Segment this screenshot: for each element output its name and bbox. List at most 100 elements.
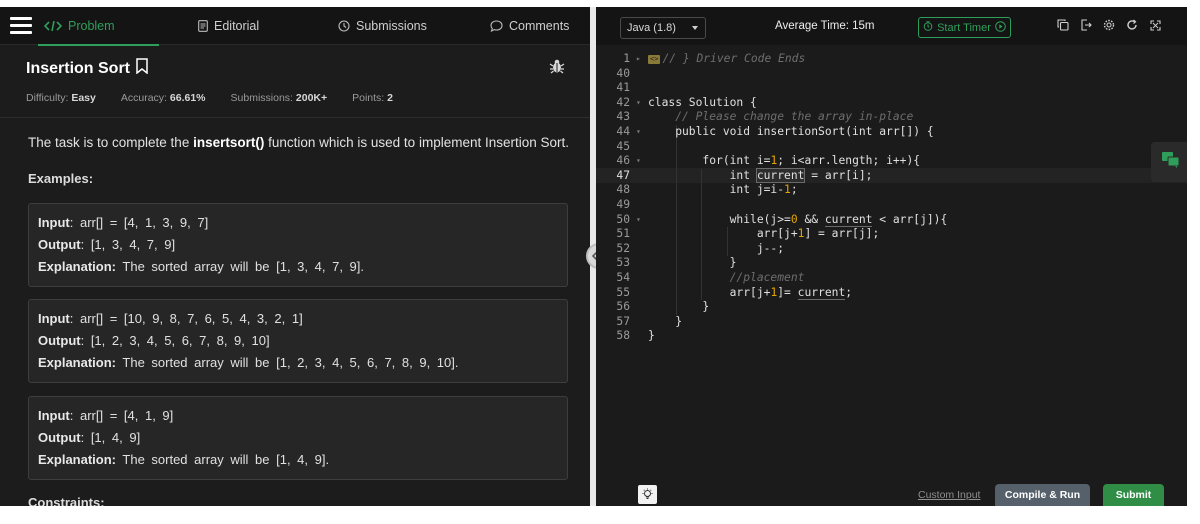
line-number: 42 xyxy=(616,95,630,109)
line-number: 50 xyxy=(616,212,630,226)
problem-pane: Problem Editorial Submissions Comments I… xyxy=(0,7,590,506)
tab-submissions-label: Submissions xyxy=(356,19,427,33)
code-line: int current = arr[i]; xyxy=(648,167,873,183)
line-number: 54 xyxy=(616,271,630,284)
app-window: Problem Editorial Submissions Comments I… xyxy=(0,7,1187,506)
code-line: arr[j+1] = arr[j]; xyxy=(648,227,880,241)
line-number: 56 xyxy=(616,300,630,314)
code-editor[interactable]: 1 40 41 42 43 44 45 46 47 48 49 50 51 52… xyxy=(596,47,1187,484)
line-number: 52 xyxy=(616,241,630,255)
meta-points: Points: 2 xyxy=(352,92,393,104)
start-timer-label: Start Timer xyxy=(937,21,991,34)
timer-icon xyxy=(923,21,933,34)
code-line: j--; xyxy=(648,241,785,255)
line-number: 44 xyxy=(616,125,630,138)
line-number: 47 xyxy=(616,168,630,182)
comment-icon xyxy=(490,20,503,32)
code-line: int j=i-1; xyxy=(648,183,798,197)
code-line: } xyxy=(648,314,683,328)
fullscreen-icon[interactable] xyxy=(1148,18,1162,32)
example-explanation: Explanation: The sorted array will be [1… xyxy=(38,355,459,370)
play-icon xyxy=(995,20,1006,35)
meta-accuracy: Accuracy: 66.61% xyxy=(120,92,206,104)
tab-comments[interactable]: Comments xyxy=(490,7,569,45)
chat-button[interactable] xyxy=(1151,142,1187,182)
divider xyxy=(0,117,590,118)
example-input: Input: arr[] = [4, 1, 9] xyxy=(38,408,174,423)
reset-icon[interactable] xyxy=(1125,18,1139,32)
tab-problem[interactable]: Problem xyxy=(38,7,158,46)
line-number: 51 xyxy=(616,227,630,241)
meta-submissions: Submissions: 200K+ xyxy=(230,92,328,104)
clock-icon xyxy=(338,20,350,32)
bug-icon[interactable] xyxy=(549,58,565,79)
code-line: //placement xyxy=(729,271,805,284)
line-number: 1 xyxy=(623,52,630,65)
editor-footer xyxy=(596,484,1187,506)
fold-arrow-icon[interactable]: ▾ xyxy=(636,127,641,136)
chat-icon xyxy=(1162,151,1180,173)
start-timer-button[interactable]: Start Timer xyxy=(918,17,1011,38)
line-number: 43 xyxy=(616,110,630,124)
problem-meta: Difficulty: Easy Accuracy: 66.61% Submis… xyxy=(26,92,418,104)
fold-arrow-icon[interactable]: ▾ xyxy=(636,215,641,224)
editor-pane: Java (1.8) Average Time: 15m Start Timer xyxy=(596,7,1187,506)
language-value: Java (1.8) xyxy=(627,22,676,34)
line-number: 55 xyxy=(616,285,630,299)
line-number: 48 xyxy=(616,183,630,197)
meta-difficulty: Difficulty: Easy xyxy=(26,92,96,104)
tab-editorial[interactable]: Editorial xyxy=(198,7,259,45)
problem-nav: Problem Editorial Submissions Comments xyxy=(0,7,590,46)
fold-arrow-icon[interactable]: ▸ xyxy=(636,54,641,63)
line-number: 46 xyxy=(616,154,630,168)
example-box: Input: arr[] = [4, 1, 3, 9, 7] Output: [… xyxy=(28,203,568,287)
custom-input-link[interactable]: Custom Input xyxy=(918,489,980,501)
tab-comments-label: Comments xyxy=(509,19,570,33)
code-line: for(int i=1; i<arr.length; i++){ xyxy=(648,154,921,168)
problem-title: Insertion Sort xyxy=(26,59,131,77)
code-line: } xyxy=(648,256,737,270)
code-icon xyxy=(44,20,62,32)
code-line: class Solution { xyxy=(648,95,757,109)
bulb-icon[interactable] xyxy=(638,485,657,504)
problem-title-row: Insertion Sort xyxy=(26,58,148,79)
copy-icon[interactable] xyxy=(1056,18,1070,32)
code-line: <>// } Driver Code Ends xyxy=(648,52,806,65)
example-explanation: Explanation: The sorted array will be [1… xyxy=(38,259,364,274)
example-explanation: Explanation: The sorted array will be [1… xyxy=(38,452,330,467)
example-output: Output: [1, 2, 3, 4, 5, 6, 7, 8, 9, 10] xyxy=(38,333,270,348)
line-number: 49 xyxy=(616,198,630,211)
tab-editorial-label: Editorial xyxy=(214,19,260,33)
gear-icon[interactable] xyxy=(1102,18,1116,32)
editor-actions xyxy=(1056,18,1162,32)
example-box: Input: arr[] = [10, 9, 8, 7, 6, 5, 4, 3,… xyxy=(28,299,568,383)
average-time: Average Time: 15m xyxy=(775,20,875,32)
code-line: // Please change the array in-place xyxy=(675,110,914,124)
menu-icon[interactable] xyxy=(10,17,32,35)
example-input: Input: arr[] = [10, 9, 8, 7, 6, 5, 4, 3,… xyxy=(38,311,303,326)
constraints-heading: Constraints: xyxy=(28,495,105,506)
code-line: arr[j+1]= current; xyxy=(648,285,853,300)
example-box: Input: arr[] = [4, 1, 9] Output: [1, 4, … xyxy=(28,396,568,480)
code-line: } xyxy=(648,329,655,343)
example-output: Output: [1, 3, 4, 7, 9] xyxy=(38,237,176,252)
line-number: 45 xyxy=(616,139,630,153)
line-number: 53 xyxy=(616,256,630,270)
example-output: Output: [1, 4, 9] xyxy=(38,430,141,445)
example-input: Input: arr[] = [4, 1, 3, 9, 7] xyxy=(38,215,209,230)
language-select[interactable]: Java (1.8) xyxy=(620,17,706,39)
line-number: 40 xyxy=(616,66,630,80)
document-icon xyxy=(198,20,208,32)
tab-submissions[interactable]: Submissions xyxy=(338,7,427,45)
line-number: 57 xyxy=(616,314,630,328)
compile-run-button[interactable]: Compile & Run xyxy=(995,484,1090,506)
problem-description: The task is to complete the insertsort()… xyxy=(28,135,570,150)
line-number: 41 xyxy=(616,81,630,95)
code-line: } xyxy=(648,300,710,314)
submit-button[interactable]: Submit xyxy=(1103,484,1164,506)
fold-arrow-icon[interactable]: ▾ xyxy=(636,98,641,107)
export-icon[interactable] xyxy=(1079,18,1093,32)
fold-arrow-icon[interactable]: ▾ xyxy=(636,156,641,165)
bookmark-icon[interactable] xyxy=(136,58,148,79)
examples-heading: Examples: xyxy=(28,171,94,186)
